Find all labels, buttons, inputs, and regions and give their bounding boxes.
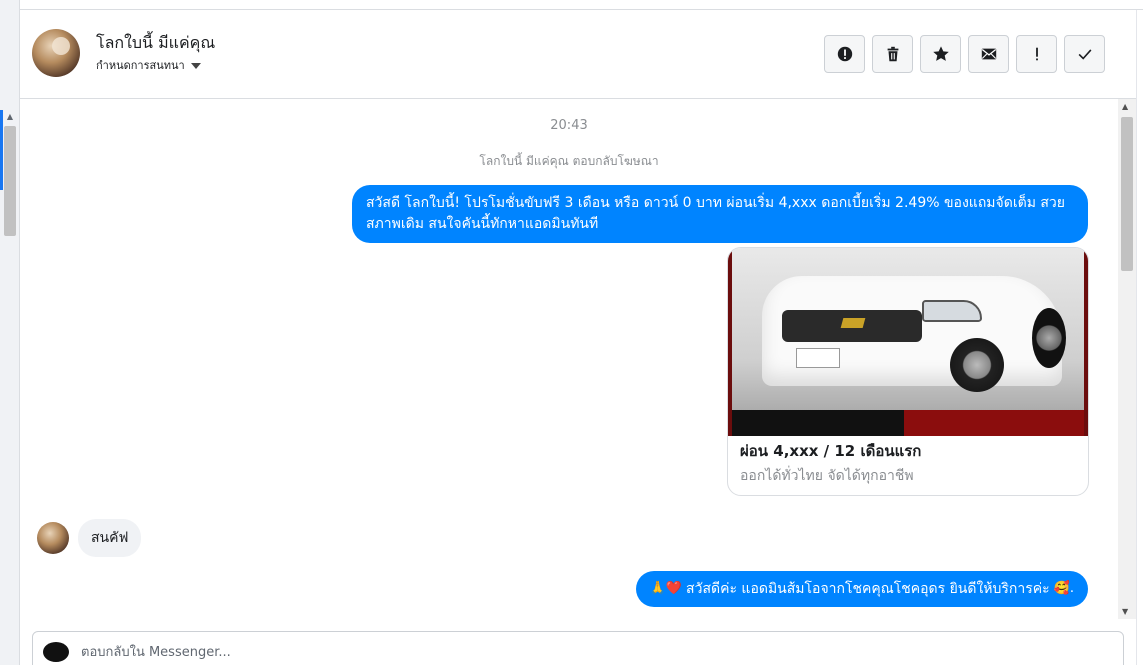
- star-icon: [932, 46, 949, 61]
- exclamation-circle-icon: [837, 46, 852, 62]
- reply-input[interactable]: [81, 640, 781, 664]
- header-actions: [824, 35, 1105, 73]
- delete-button[interactable]: [872, 35, 913, 73]
- assign-conversation-label: กำหนดการสนทนา: [96, 59, 185, 72]
- ad-card-title: ผ่อน 4,xxx / 12 เดือนแรก: [740, 442, 922, 460]
- left-selection-accent: [0, 110, 3, 190]
- outgoing-message-bubble[interactable]: สวัสดี โลกใบนี้! โปรโมชั่นขับฟรี 3 เดือน…: [352, 185, 1088, 243]
- car-image-wheel-front: [950, 338, 1004, 392]
- trash-icon: [887, 46, 898, 62]
- check-icon: [1078, 49, 1091, 60]
- thread-scrollbar-thumb[interactable]: [1121, 117, 1133, 271]
- reply-composer[interactable]: [32, 631, 1124, 665]
- left-panel-strip: ▲: [0, 0, 20, 665]
- contact-name[interactable]: โลกใบนี้ มีแค่คุณ: [96, 31, 215, 56]
- top-border-bar: [0, 0, 1143, 10]
- inbox-conversation-view: ▲ โลกใบนี้ มีแค่คุณ กำหนดการสนทนา 20:43 …: [0, 0, 1143, 665]
- car-image-plate: [796, 348, 840, 368]
- message-thread: 20:43 โลกใบนี้ มีแค่คุณ ตอบกลับโฆษณา สวั…: [20, 99, 1118, 619]
- scroll-up-arrow-icon[interactable]: ▲: [1122, 102, 1128, 111]
- car-image-banner-accent: [904, 410, 1084, 436]
- follow-up-button[interactable]: [1016, 35, 1057, 73]
- thread-scrollbar[interactable]: ▲ ▼: [1118, 99, 1136, 619]
- right-edge-border: [1136, 10, 1143, 665]
- car-image-headlight: [922, 300, 982, 322]
- exclamation-icon: [1035, 47, 1038, 61]
- ad-card-subtitle: ออกได้ทั่วไทย จัดได้ทุกอาชีพ: [740, 468, 914, 484]
- outgoing-message-bubble-2[interactable]: 🙏❤️ สวัสดีค่ะ แอดมินส้มโอจากโชคคุณโชคอุด…: [635, 571, 1088, 607]
- left-scrollbar-thumb[interactable]: [4, 126, 16, 236]
- scroll-down-arrow-icon[interactable]: ▼: [1122, 607, 1128, 616]
- envelope-icon: [981, 48, 996, 60]
- car-image-emblem: [840, 318, 866, 328]
- outgoing-message-2-text: สวัสดีค่ะ แอดมินส้มโอจากโชคคุณโชคอุดร ยิ…: [686, 581, 1050, 597]
- car-image-wheel-rear: [1032, 308, 1066, 368]
- left-scroll-up-arrow[interactable]: ▲: [4, 112, 16, 122]
- message-timestamp: 20:43: [550, 118, 588, 133]
- star-button[interactable]: [920, 35, 961, 73]
- pray-heart-emoji-icon: 🙏❤️: [649, 581, 683, 596]
- caret-down-icon: [190, 63, 201, 69]
- contact-avatar-small[interactable]: [37, 522, 69, 554]
- incoming-message-bubble[interactable]: สนคัฟ: [78, 519, 142, 557]
- contact-avatar[interactable]: [32, 29, 80, 77]
- assign-conversation-dropdown[interactable]: กำหนดการสนทนา: [96, 56, 201, 74]
- spam-button[interactable]: [824, 35, 865, 73]
- ad-card[interactable]: ผ่อน 4,xxx / 12 เดือนแรก ออกได้ทั่วไทย จ…: [727, 247, 1089, 496]
- smiling-hearts-emoji-icon: 🥰.: [1053, 581, 1074, 596]
- ad-reply-note: โลกใบนี้ มีแค่คุณ ตอบกลับโฆษณา: [479, 154, 659, 168]
- page-logo-icon: [43, 642, 69, 662]
- mark-done-button[interactable]: [1064, 35, 1105, 73]
- conversation-header: โลกใบนี้ มีแค่คุณ กำหนดการสนทนา: [20, 10, 1136, 99]
- mark-unread-button[interactable]: [968, 35, 1009, 73]
- incoming-message-row: สนคัฟ: [37, 519, 142, 557]
- ad-card-image[interactable]: [728, 248, 1088, 436]
